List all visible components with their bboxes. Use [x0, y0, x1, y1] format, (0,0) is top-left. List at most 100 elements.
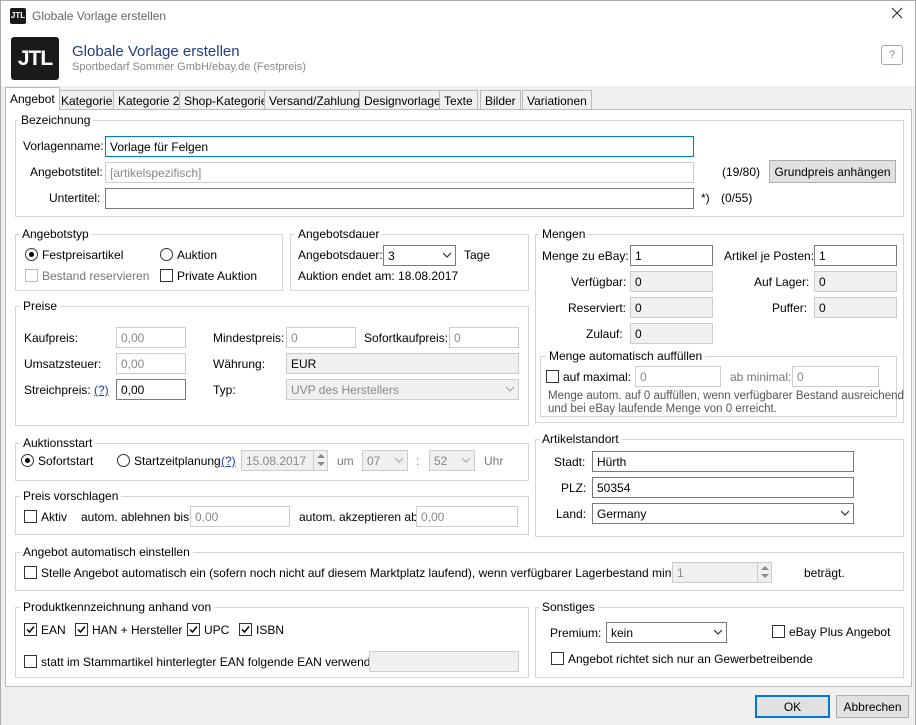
land-select[interactable]: Germany	[592, 503, 854, 524]
auf-maximal-input[interactable]: 0	[635, 366, 721, 387]
preisvorschlag-aktiv-checkbox[interactable]	[24, 510, 37, 523]
abbrechen-button[interactable]: Abbrechen	[836, 695, 909, 718]
angebotsdauer-value: 3	[388, 249, 395, 263]
lagerbestand-minimum-value: 1	[677, 566, 684, 580]
tab-bilder[interactable]: Bilder	[480, 90, 521, 109]
group-auktionsstart-legend: Auktionsstart	[20, 436, 96, 450]
sofortstart-radio[interactable]	[21, 454, 34, 467]
ok-button[interactable]: OK	[755, 695, 830, 718]
stunde-value: 07	[367, 454, 381, 468]
uhr-label: Uhr	[484, 454, 504, 468]
stamm-ean-checkbox[interactable]	[24, 655, 37, 668]
um-label: um	[337, 454, 354, 468]
tab-designvorlage[interactable]: Designvorlage	[359, 90, 446, 109]
untertitel-marker: *)	[701, 191, 710, 205]
tab-kategorie-2[interactable]: Kategorie 2	[113, 90, 185, 109]
reserviert-input: 0	[630, 297, 713, 318]
tab-variationen[interactable]: Variationen	[522, 90, 592, 109]
zulauf-label: Zulauf:	[586, 327, 623, 341]
tab-kategorie[interactable]: Kategorie	[56, 90, 118, 109]
help-chat-icon[interactable]: ?	[881, 45, 903, 65]
auto-einstellen-suffix: beträgt.	[804, 566, 845, 580]
auffuellen-note-line1: Menge autom. auf 0 auffüllen, wenn verfü…	[548, 390, 904, 402]
stamm-ean-label: statt im Stammartikel hinterlegter EAN f…	[41, 655, 388, 669]
han-label: HAN + Hersteller	[92, 623, 183, 637]
ab-minimal-label: ab minimal:	[730, 370, 792, 384]
angebotstitel-input[interactable]: [artikelspezifisch]	[105, 162, 694, 183]
angebotsdauer-select[interactable]: 3	[383, 245, 456, 266]
gewerbe-checkbox[interactable]	[551, 652, 564, 665]
startdatum-spinner[interactable]	[313, 451, 327, 470]
tab-texte[interactable]: Texte	[439, 90, 478, 109]
angebotstitel-count: (19/80)	[722, 165, 761, 179]
streichpreis-input[interactable]: 0,00	[116, 379, 186, 400]
kaufpreis-input[interactable]: 0,00	[116, 327, 186, 348]
group-preise-legend: Preise	[20, 299, 61, 313]
ab-minimal-input[interactable]: 0	[792, 366, 879, 387]
artikel-je-posten-input[interactable]: 1	[814, 245, 897, 266]
isbn-checkbox[interactable]	[239, 623, 252, 636]
han-checkbox[interactable]	[75, 623, 88, 636]
vorlagenname-input[interactable]: Vorlage für Felgen	[105, 136, 694, 157]
auf-lager-input: 0	[814, 271, 897, 292]
menge-zu-ebay-label: Menge zu eBay:	[542, 249, 629, 263]
tab-angebot[interactable]: Angebot	[5, 87, 60, 110]
dialog-window: JTL Globale Vorlage erstellen JTL Global…	[0, 0, 916, 725]
tab-versand-zahlung[interactable]: Versand/Zahlung	[264, 90, 365, 109]
mindestpreis-input[interactable]: 0	[286, 327, 356, 348]
menge-zu-ebay-input[interactable]: 1	[630, 245, 713, 266]
stunde-select[interactable]: 07	[362, 450, 408, 471]
umsatzsteuer-input[interactable]: 0,00	[116, 353, 186, 374]
startzeit-radio[interactable]	[117, 454, 130, 467]
auf-maximal-checkbox[interactable]	[546, 370, 559, 383]
private-auktion-checkbox[interactable]	[160, 269, 173, 282]
bestand-reservieren-checkbox[interactable]	[25, 269, 38, 282]
ablehnen-input[interactable]: 0,00	[190, 506, 290, 527]
chevron-down-icon	[714, 629, 722, 635]
verfuegbar-label: Verfügbar:	[571, 275, 627, 289]
jtl-app-icon: JTL	[10, 8, 26, 24]
tab-shop-kategorie[interactable]: Shop-Kategorie	[179, 90, 273, 109]
close-icon[interactable]	[891, 6, 903, 24]
lagerbestand-minimum-input[interactable]: 1	[672, 562, 772, 583]
auf-lager-label: Auf Lager:	[754, 275, 810, 289]
streichpreis-label: Streichpreis:	[24, 383, 91, 397]
lagerbestand-spinner[interactable]	[757, 563, 771, 582]
typ-select[interactable]: UVP des Herstellers	[286, 379, 519, 400]
streichpreis-help-link[interactable]: (?)	[94, 383, 109, 397]
minute-select[interactable]: 52	[429, 450, 475, 471]
startdatum-input[interactable]: 15.08.2017	[241, 450, 328, 471]
sofortstart-label: Sofortstart	[38, 454, 94, 468]
title-bar: JTL Globale Vorlage erstellen	[1, 1, 915, 32]
ean-checkbox[interactable]	[24, 623, 37, 636]
upc-checkbox[interactable]	[187, 623, 200, 636]
ablehnen-label: autom. ablehnen bis:	[81, 510, 193, 524]
auktion-ende-text: Auktion endet am: 18.08.2017	[298, 269, 459, 283]
typ-label: Typ:	[213, 383, 236, 397]
isbn-label: ISBN	[256, 623, 285, 637]
upc-label: UPC	[204, 623, 230, 637]
auto-einstellen-checkbox[interactable]	[24, 566, 37, 579]
puffer-input: 0	[814, 297, 897, 318]
auffuellen-note-line2: und bei eBay laufende Menge von 0 erreic…	[548, 403, 777, 415]
plz-input[interactable]: 50354	[592, 477, 854, 498]
auktion-radio[interactable]	[160, 248, 173, 261]
akzeptieren-input[interactable]: 0,00	[416, 506, 518, 527]
untertitel-input[interactable]	[105, 188, 694, 209]
waehrung-input: EUR	[286, 353, 519, 374]
stadt-input[interactable]: Hürth	[592, 451, 854, 472]
sofortkaufpreis-input[interactable]: 0	[449, 327, 519, 348]
angebotsdauer-unit: Tage	[464, 248, 491, 262]
group-angebotstyp-legend: Angebotstyp	[19, 227, 92, 241]
festpreis-radio[interactable]	[25, 248, 38, 261]
startzeit-help-link[interactable]: (?)	[221, 454, 236, 468]
land-value: Germany	[597, 507, 647, 521]
ean-label: EAN	[41, 623, 66, 637]
premium-select[interactable]: kein	[606, 622, 727, 643]
puffer-label: Puffer:	[772, 301, 808, 315]
grundpreis-anhaengen-button[interactable]: Grundpreis anhängen	[769, 160, 896, 183]
ebay-plus-checkbox[interactable]	[772, 625, 785, 638]
typ-value: UVP des Herstellers	[291, 383, 399, 397]
header-title: Globale Vorlage erstellen	[72, 43, 240, 60]
stamm-ean-input[interactable]	[369, 651, 519, 672]
